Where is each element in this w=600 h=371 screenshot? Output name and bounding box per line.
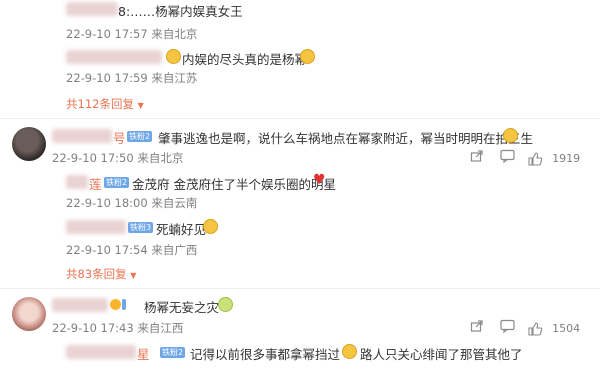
fan-badge: 铁粉2 [160,347,186,358]
comment-icon [500,319,515,334]
fan-badge [122,299,126,310]
reply-text: 死蝻好见 [156,222,207,237]
comment-divider [0,288,600,289]
smile-emoji-icon [503,128,518,143]
thumbs-up-icon [528,151,543,166]
vip-emoji-icon [342,344,357,359]
fan-badge: 铁粉2 [127,131,153,142]
share-button[interactable] [470,148,484,167]
reply-username-blurred [66,175,88,189]
like-button[interactable]: 1504 [528,318,580,337]
cry-emoji-icon [218,297,233,312]
more-replies-link[interactable]: 共112条回复 ▼ [66,96,144,112]
comment-username-blurred[interactable] [52,129,112,143]
reply-username-blurred [66,50,162,64]
reply-text: 8:……杨幂内娱真女王 [118,4,243,19]
reply-username-suffix: 星 [137,347,150,362]
comment-icon [500,149,515,164]
comment-reply-button[interactable] [500,148,515,167]
comment-timestamp: 22-9-10 17:43 来自江西 [52,321,184,335]
grin-emoji-icon [203,219,218,234]
like-button[interactable]: 1919 [528,148,580,167]
reply-text: 记得以前很多事都拿幂挡过 [190,347,341,362]
reply-username-suffix: 莲 [89,177,102,192]
comment-divider [0,118,600,119]
heart-icon: ♥ [313,172,326,188]
chevron-down-icon: ▼ [137,101,144,110]
reply-timestamp [66,366,186,371]
fan-badge: 铁粉2 [104,177,130,188]
vip-icon [110,299,121,310]
reply-username-blurred [66,345,136,359]
chevron-down-icon: ▼ [130,271,137,280]
more-replies-label: 共83条回复 [66,267,127,281]
comment-text: 杨幂无妄之灾 [144,300,220,315]
laughing-emoji-icon [300,49,315,64]
share-button[interactable] [470,318,484,337]
share-icon [470,150,483,162]
comment-timestamp: 22-9-10 17:50 来自北京 [52,151,184,165]
fan-badge: 铁粉3 [128,222,154,233]
thumbs-up-icon [528,321,543,336]
reply-timestamp: 22-9-10 17:57 来自北京 [66,27,198,41]
vip-emoji-icon [166,49,181,64]
reply-timestamp: 22-9-10 17:54 来自广西 [66,243,198,257]
reply-timestamp: 22-9-10 17:59 来自江苏 [66,71,198,85]
comment-username-blurred[interactable] [52,298,108,312]
more-replies-label: 共112条回复 [66,97,134,111]
like-count: 1504 [552,322,581,335]
reply-text: 路人只关心绯闻了那管其他了 [360,347,523,362]
comment-reply-button[interactable] [500,318,515,337]
reply-timestamp: 22-9-10 18:00 来自云南 [66,196,198,210]
reply-username-blurred [66,2,118,16]
avatar[interactable] [12,297,46,331]
like-count: 1919 [552,152,581,165]
share-icon [470,320,483,332]
reply-text: 金茂府 金茂府住了半个娱乐圈的明星 [132,177,336,192]
reply-username-blurred [66,220,126,234]
reply-text: 内娱的尽头真的是杨幂 [182,52,308,67]
comment-text: 肇事逃逸也是啊，说什么车祸地点在幂家附近，幂当时明明在拍三生 [158,131,534,146]
comment-username-suffix: 号 [113,131,126,146]
avatar[interactable] [12,127,46,161]
more-replies-link[interactable]: 共83条回复 ▼ [66,266,136,282]
